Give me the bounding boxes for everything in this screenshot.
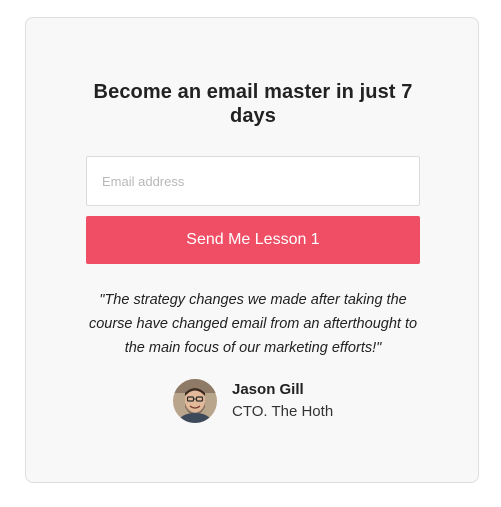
avatar: [173, 379, 217, 423]
author-role: CTO. The Hoth: [232, 403, 334, 420]
email-input[interactable]: [86, 156, 420, 206]
form-title: Become an email master in just 7 days: [93, 81, 413, 127]
author-details: Jason Gill CTO. The Hoth: [232, 379, 333, 423]
testimonial-author: Jason Gill CTO. The Hoth: [173, 378, 333, 424]
optin-card: Become an email master in just 7 days Se…: [25, 17, 479, 483]
send-lesson-button[interactable]: Send Me Lesson 1: [86, 216, 420, 264]
author-photo: [173, 379, 217, 423]
author-name: Jason Gill: [232, 381, 304, 398]
testimonial-quote: "The strategy changes we made after taki…: [88, 292, 418, 356]
